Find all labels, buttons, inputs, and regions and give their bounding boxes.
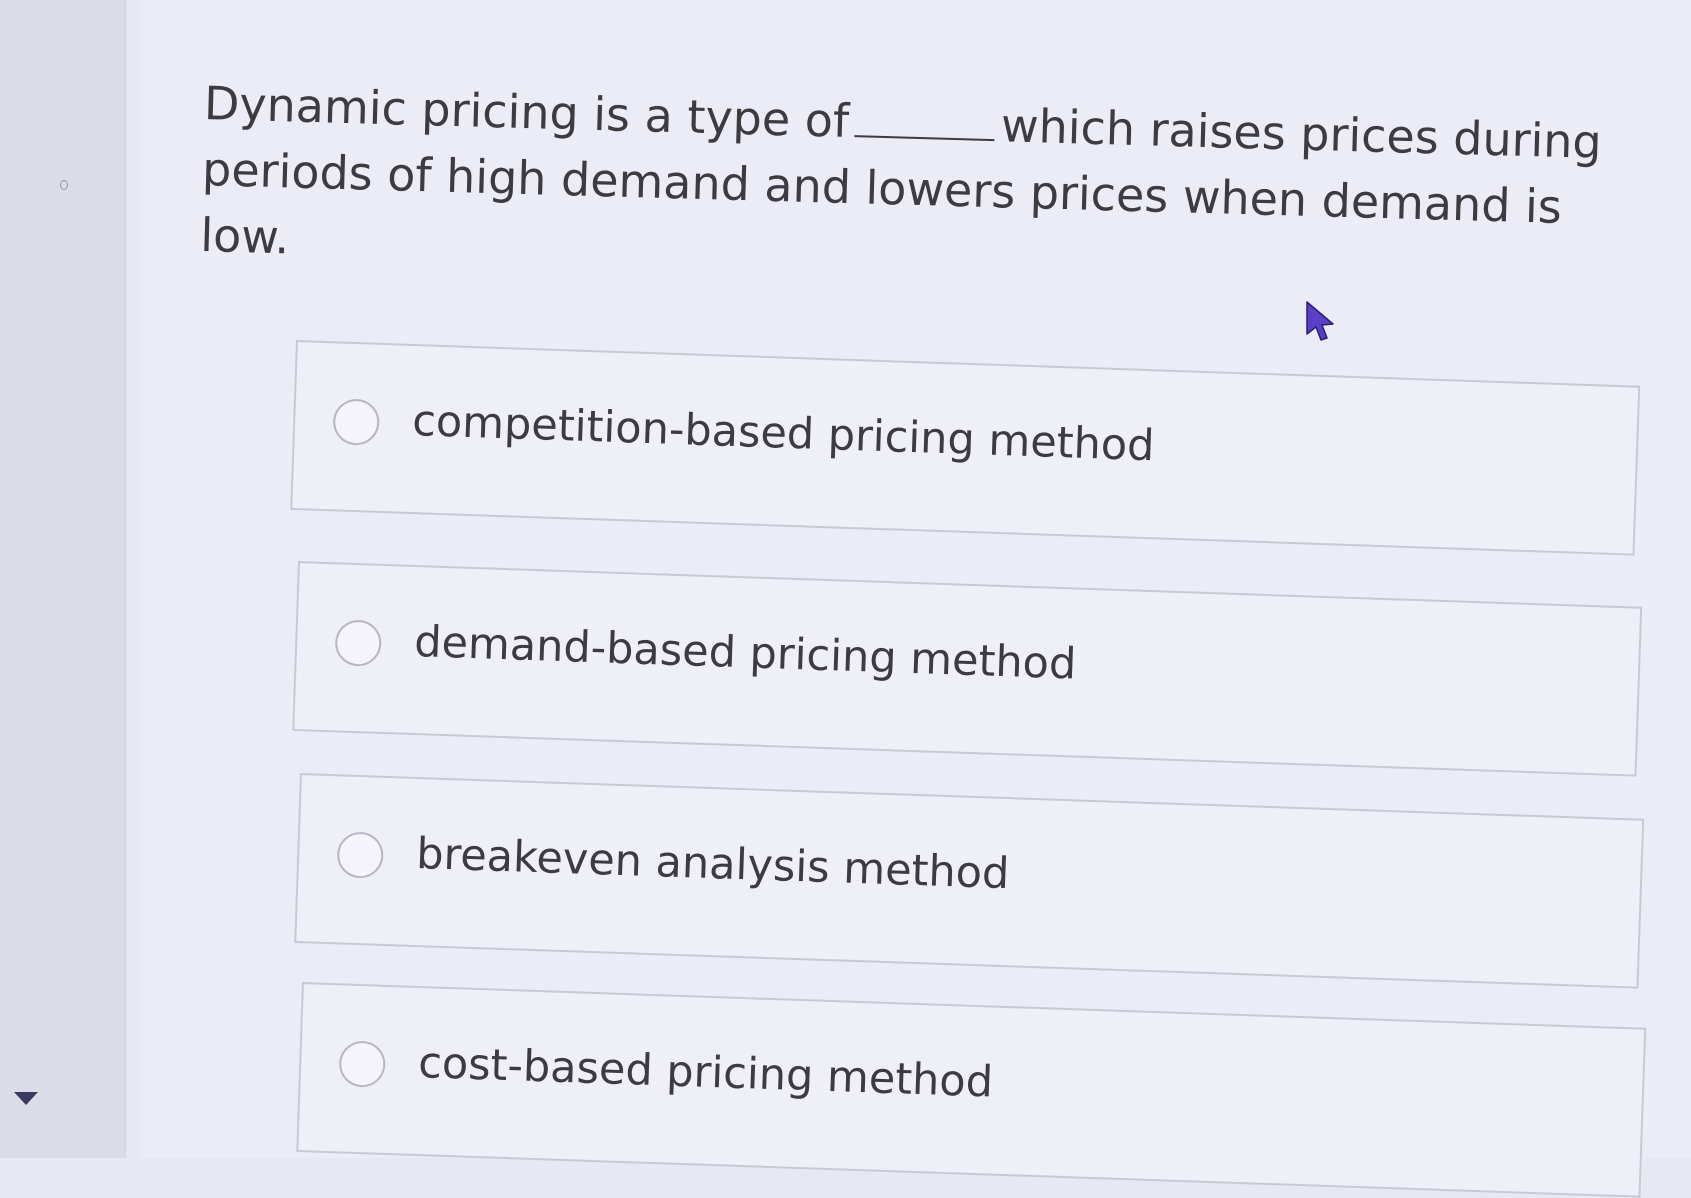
left-sidebar: [0, 0, 126, 1158]
question-text-before-blank: Dynamic pricing is a type of: [203, 75, 850, 148]
answer-option-label: cost-based pricing method: [417, 1038, 994, 1108]
question-text: Dynamic pricing is a type of which raises…: [199, 70, 1604, 307]
answer-option-label: competition-based pricing method: [411, 396, 1156, 472]
radio-button[interactable]: [338, 1040, 387, 1088]
answer-option-label: breakeven analysis method: [415, 829, 1011, 900]
radio-button[interactable]: [336, 831, 385, 879]
radio-button[interactable]: [334, 619, 383, 667]
caret-down-icon[interactable]: [14, 1092, 38, 1105]
answer-blank: [854, 135, 995, 142]
answer-option-label: demand-based pricing method: [413, 617, 1078, 690]
small-circle-icon: [60, 180, 68, 190]
mouse-pointer-icon: [1306, 301, 1334, 341]
radio-button[interactable]: [332, 398, 381, 446]
